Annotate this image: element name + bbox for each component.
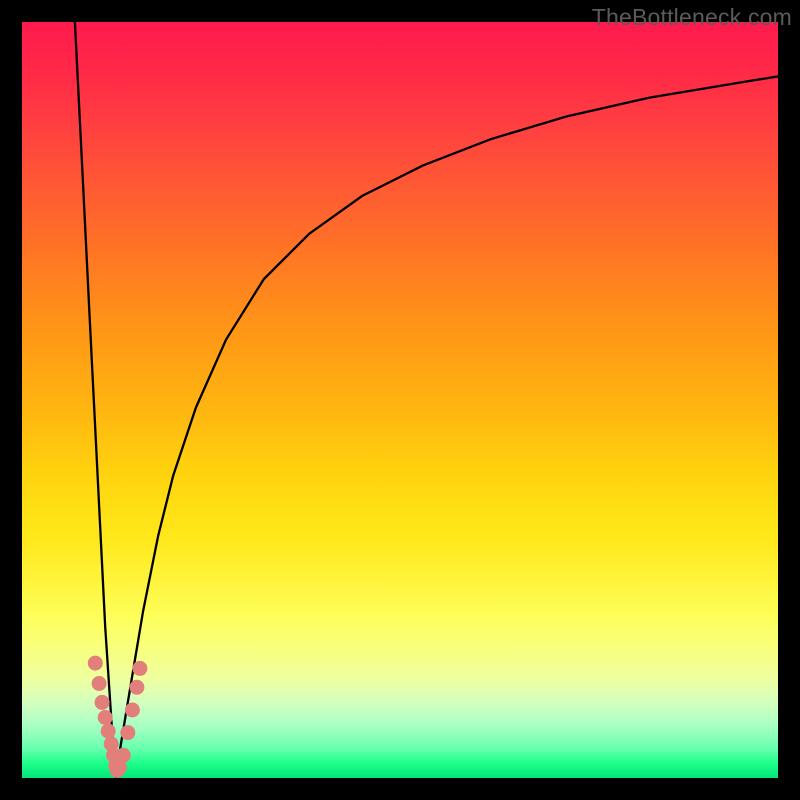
scatter-dot bbox=[120, 725, 135, 740]
watermark-text: TheBottleneck.com bbox=[592, 4, 792, 31]
scatter-dot bbox=[98, 710, 113, 725]
plot-area bbox=[22, 22, 778, 778]
scatter-dot bbox=[132, 661, 147, 676]
chart-frame: TheBottleneck.com bbox=[0, 0, 800, 800]
scatter-dot bbox=[88, 656, 103, 671]
scatter-layer bbox=[22, 22, 778, 778]
scatter-dot bbox=[95, 695, 110, 710]
scatter-dot bbox=[116, 748, 131, 763]
scatter-dot bbox=[101, 724, 116, 739]
scatter-dot bbox=[129, 680, 144, 695]
scatter-dot bbox=[125, 703, 140, 718]
scatter-dot bbox=[92, 676, 107, 691]
